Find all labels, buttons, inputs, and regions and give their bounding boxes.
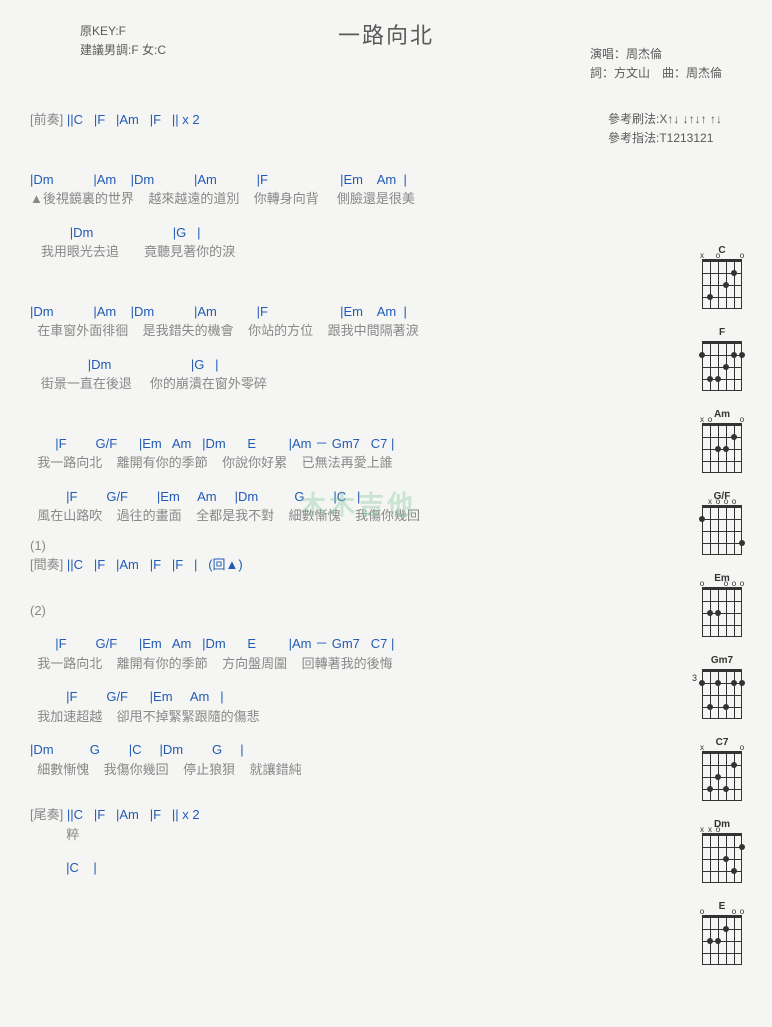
performer: 演唱：周杰倫 <box>590 45 722 64</box>
fretboard-grid <box>702 341 742 391</box>
fretboard-grid: x x o <box>702 833 742 883</box>
lyric-line: 風在山路吹 過往的畫面 全都是我不對 細數慚愧 我傷你幾回 <box>30 506 660 526</box>
lyric-line: 街景一直在後退 你的崩潰在窗外零碎 <box>30 374 660 394</box>
chord-line: |F G/F |Em Am |Dm E |Am － Gm7 C7 | <box>30 434 660 454</box>
interlude-row: [間奏] ||C |F |Am |F |F | (回▲) <box>30 555 660 575</box>
outro-end: |C | <box>30 858 660 878</box>
sheet-body: [前奏] ||C |F |Am |F || x 2 |Dm |Am |Dm |A… <box>30 110 660 878</box>
lyric-line: 我一路向北 離開有你的季節 方向盤周圍 回轉著我的後悔 <box>30 654 660 674</box>
fretboard-grid: x o o <box>702 423 742 473</box>
chord-diagram-c7: C7 x o <box>692 737 752 801</box>
chord-line: |F G/F |Em Am |Dm E |Am － Gm7 C7 | <box>30 634 660 654</box>
fretboard-grid: o o o o <box>702 587 742 637</box>
chord-diagram-label: Gm7 <box>711 655 733 666</box>
chord-diagram-label: C7 <box>716 737 729 748</box>
fretboard-grid: x o o o <box>702 505 742 555</box>
lyric-line: 細數慚愧 我傷你幾回 停止狼狽 就讓錯純 <box>30 760 660 780</box>
lyric-line: 我用眼光去追 竟聽見著你的淚 <box>30 242 660 262</box>
chord-line: |F G/F |Em Am |Dm G |C | <box>30 487 660 507</box>
chord-line: |Dm G |C |Dm G | <box>30 740 660 760</box>
chord-diagram-am: Am x o o <box>692 409 752 473</box>
chord-diagram-f: F <box>692 327 752 391</box>
chord-line: |F G/F |Em Am | <box>30 687 660 707</box>
fretboard-grid: o o o <box>702 915 742 965</box>
page-container: 原KEY:F 建議男調:F 女:C 一路向北 演唱：周杰倫 詞：方文山 曲：周杰… <box>0 0 772 1027</box>
chord-line: |Dm |Am |Dm |Am |F |Em Am | <box>30 170 660 190</box>
intro-row: [前奏] ||C |F |Am |F || x 2 <box>30 110 660 130</box>
lyric-line: 在車窗外面徘徊 是我錯失的機會 你站的方位 跟我中間隔著淚 <box>30 321 660 341</box>
chord-diagram-label: F <box>719 327 725 338</box>
fretboard-grid: x o <box>702 751 742 801</box>
chord-diagram-em: Em o o o o <box>692 573 752 637</box>
fretboard-grid: x o o <box>702 259 742 309</box>
chord-diagram-e: E o o o <box>692 901 752 965</box>
interlude-label: [間奏] <box>30 557 63 572</box>
intro-label: [前奏] <box>30 112 63 127</box>
outro-lyric: 粹 <box>30 825 660 845</box>
lyric-line: 我一路向北 離開有你的季節 你說你好累 已無法再愛上誰 <box>30 453 660 473</box>
lyric-line: 我加速超越 卻甩不掉緊緊跟隨的傷悲 <box>30 707 660 727</box>
lyric-line: ▲後視鏡裏的世界 越來越遠的道別 你轉身向背 側臉還是很美 <box>30 189 660 209</box>
fretboard-grid: 3 <box>702 669 742 719</box>
chord-line: |Dm |Am |Dm |Am |F |Em Am | <box>30 302 660 322</box>
chord-diagram-label: Am <box>714 409 730 420</box>
chord-diagram-dm: Dm x x o <box>692 819 752 883</box>
outro-chords: ||C |F |Am |F || x 2 <box>63 807 199 822</box>
credits: 詞：方文山 曲：周杰倫 <box>590 64 722 83</box>
mark-2: (2) <box>30 601 660 621</box>
chord-line: |Dm |G | <box>30 223 660 243</box>
mark-1: (1) <box>30 536 660 556</box>
chord-line: |Dm |G | <box>30 355 660 375</box>
header-right: 演唱：周杰倫 詞：方文山 曲：周杰倫 <box>590 45 722 83</box>
outro-row: [尾奏] ||C |F |Am |F || x 2 <box>30 805 660 825</box>
interlude-chords: ||C |F |Am |F |F | (回▲) <box>63 557 243 572</box>
chord-diagram-gm7: Gm7 3 <box>692 655 752 719</box>
chord-diagram-c: C x o o <box>692 245 752 309</box>
outro-label: [尾奏] <box>30 807 63 822</box>
chord-diagram-gf: G/F x o o o <box>692 491 752 555</box>
chord-diagrams-sidebar: C x o o F Am x <box>692 245 752 965</box>
intro-chords: ||C |F |Am |F || x 2 <box>63 112 199 127</box>
chord-diagram-label: E <box>719 901 726 912</box>
